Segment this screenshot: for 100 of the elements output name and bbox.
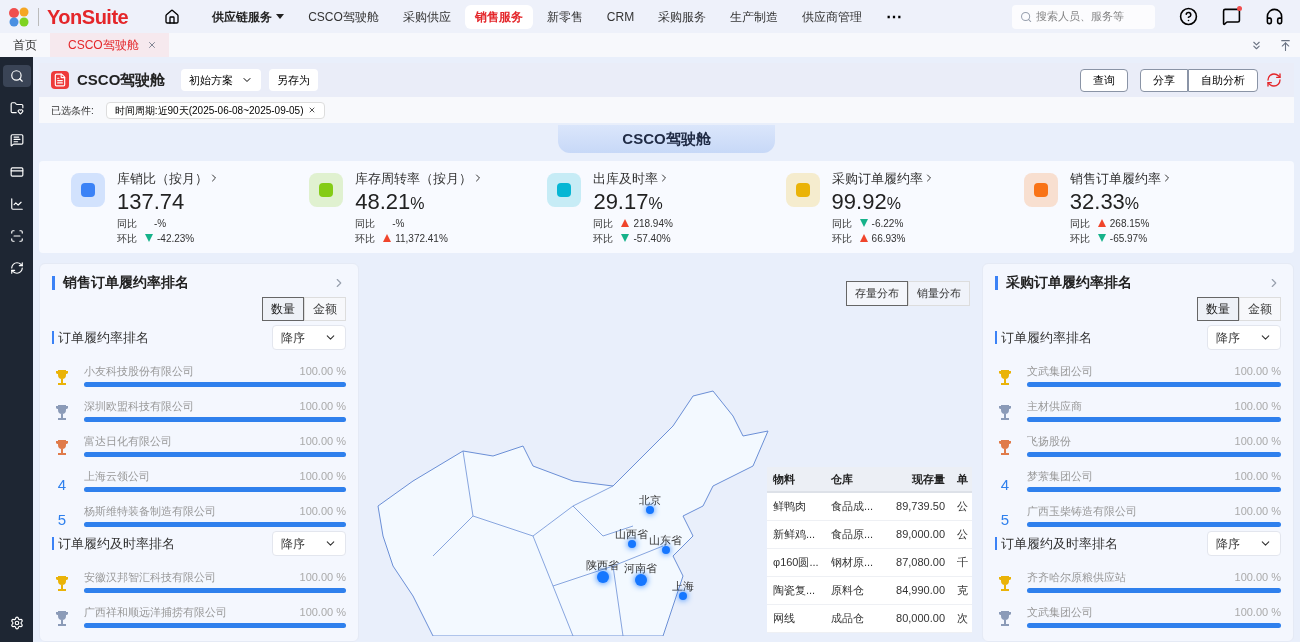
page-tab[interactable]: 首页 — [0, 33, 50, 57]
nav-tab[interactable]: 采购服务 — [648, 4, 717, 29]
action-button[interactable]: 分享 — [1140, 68, 1188, 92]
table-cell-text: 千 — [956, 555, 969, 571]
action-button[interactable]: 自助分析 — [1188, 68, 1258, 92]
percent-value: 100.00 % — [299, 363, 346, 379]
percent-value: 100.00 % — [1234, 468, 1281, 484]
action-button[interactable]: 查询 — [1080, 68, 1128, 92]
search-field[interactable]: 搜索人员、服务等 — [1012, 4, 1155, 29]
page-title: CSCO驾驶舱 — [77, 69, 166, 90]
sidebar-button[interactable] — [2, 65, 31, 87]
map-label: 上海 — [672, 581, 694, 592]
help-icon[interactable] — [1179, 7, 1198, 26]
home-icon[interactable] — [164, 8, 181, 25]
table-cell-text: 克 — [956, 583, 969, 599]
percent-value: 100.00 % — [1234, 503, 1281, 519]
upload-icon[interactable] — [1279, 38, 1292, 52]
map-label: 河南省 — [624, 563, 657, 574]
nav-tab[interactable]: 供应商管理 — [792, 4, 873, 29]
sort-dropdown[interactable]: 降序 — [272, 531, 346, 556]
company-name: 深圳欧盟科技有限公司 — [84, 398, 194, 414]
kpi-label[interactable]: 销售订单履约率 — [1069, 168, 1173, 188]
section-title: 订单履约及时率排名 — [1001, 534, 1118, 553]
map-label: 山西省 — [615, 529, 648, 540]
map-point[interactable] — [661, 546, 670, 554]
close-icon[interactable] — [146, 40, 157, 50]
kpi-value: 48.21% — [355, 188, 426, 216]
company-name: 梦萦集团公司 — [1027, 468, 1093, 484]
kpi-label[interactable]: 库存周转率（按月） — [355, 168, 485, 188]
nav-tab[interactable]: 新零售 — [536, 4, 593, 29]
report-icon — [51, 71, 69, 89]
condition-tag[interactable]: 时间周期:近90天(2025-06-08~2025-09-05) — [105, 101, 325, 119]
kpi-label[interactable]: 库销比（按月） — [117, 168, 220, 188]
close-icon[interactable] — [307, 106, 316, 114]
compare-value: 268.15% — [1109, 216, 1150, 231]
rank-number: 4 — [57, 477, 67, 492]
save-as-button[interactable]: 另存为 — [269, 69, 319, 91]
company-name: 小友科技股份有限公司 — [84, 363, 194, 379]
table-cell-text: 84,990.00 — [895, 583, 946, 599]
percent-value: 100.00 % — [299, 468, 346, 484]
map-point[interactable] — [627, 540, 636, 548]
kpi-value: 29.17% — [593, 188, 664, 216]
company-name: 广西祥和顺远洋捕捞有限公司 — [84, 604, 227, 620]
company-name: 文武集团公司 — [1027, 363, 1093, 379]
compare-value: -6.22% — [871, 216, 904, 231]
search-icon — [1020, 9, 1033, 24]
table-cell-text: 陶瓷复... — [772, 583, 817, 599]
nav-tab[interactable]: 生产制造 — [720, 4, 789, 29]
nav-tab[interactable]: 供应链服务 — [202, 4, 295, 29]
map-point[interactable] — [679, 592, 687, 600]
settings-icon[interactable] — [9, 616, 24, 630]
refresh-icon[interactable] — [1266, 72, 1282, 88]
chat-icon — [9, 133, 24, 147]
toggle-button[interactable]: 销量分布 — [908, 281, 970, 306]
sort-dropdown[interactable]: 降序 — [272, 325, 346, 350]
toggle-button[interactable]: 存量分布 — [846, 281, 908, 306]
compare-label: 环比 — [117, 231, 138, 246]
sort-dropdown[interactable]: 降序 — [1207, 531, 1281, 556]
table-cell-text: 食品成... — [830, 499, 875, 515]
nav-tab[interactable]: 销售服务 — [464, 4, 533, 29]
compare-value: -57.40% — [633, 231, 671, 246]
toggle-button[interactable]: 数量 — [262, 297, 304, 321]
table-cell-text: 公 — [956, 499, 969, 515]
percent-value: 100.00 % — [1234, 569, 1281, 585]
table-cell-text: 87,080.00 — [895, 555, 946, 571]
toggle-button[interactable]: 数量 — [1197, 297, 1239, 321]
folder-icon — [9, 101, 24, 115]
rank-number: 5 — [57, 512, 67, 527]
nav-tab[interactable]: CSCO驾驶舱 — [298, 4, 389, 29]
company-name: 主材供应商 — [1027, 398, 1082, 414]
kpi-value: 137.74 — [117, 188, 186, 216]
company-name: 文武集团公司 — [1027, 604, 1093, 620]
conditions-label: 已选条件: — [51, 103, 94, 118]
percent-value: 100.00 % — [1234, 398, 1281, 414]
sort-dropdown[interactable]: 降序 — [1207, 325, 1281, 350]
compare-label: 同比 — [831, 216, 853, 231]
map-point[interactable] — [646, 506, 654, 514]
search-icon — [9, 69, 24, 83]
percent-value: 100.00 % — [1234, 433, 1281, 449]
nav-tab[interactable]: CRM — [596, 4, 645, 29]
kpi-label[interactable]: 出库及时率 — [593, 168, 673, 188]
toggle-button[interactable]: 金额 — [304, 297, 346, 321]
map-label: 北京 — [639, 495, 661, 506]
search-input[interactable]: 搜索人员、服务等 — [1036, 8, 1147, 25]
section-title: 订单履约率排名 — [58, 328, 149, 347]
caret-icon — [276, 13, 285, 20]
headset-icon[interactable] — [1265, 7, 1284, 26]
compare-label: 同比 — [593, 216, 615, 231]
scheme-dropdown[interactable]: 初始方案 — [181, 69, 262, 91]
compare-value: 218.94% — [633, 216, 673, 231]
more-icon[interactable]: ⋯ — [886, 8, 903, 25]
kpi-label[interactable]: 采购订单履约率 — [831, 168, 935, 188]
panel-title: 采购订单履约率排名 — [1006, 273, 1132, 292]
toggle-button[interactable]: 金额 — [1239, 297, 1281, 321]
page-tab[interactable]: CSCO驾驶舱 — [50, 33, 169, 57]
kpi-value: 99.92% — [831, 188, 902, 216]
nav-tab[interactable]: 采购供应 — [392, 4, 461, 29]
compare-label: 同比 — [1069, 216, 1091, 231]
column-header: 物料 — [772, 471, 796, 487]
message-icon[interactable] — [1222, 7, 1241, 26]
